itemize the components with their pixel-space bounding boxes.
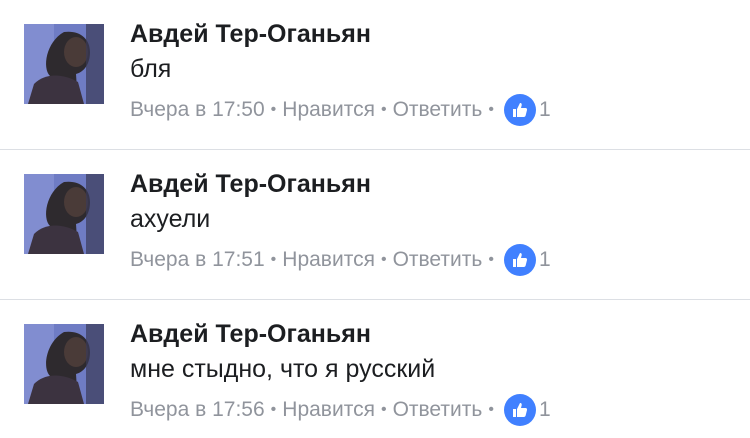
comment-timestamp[interactable]: Вчера в 17:51 — [130, 248, 265, 272]
comment-list: Авдей Тер-Оганьян бля Вчера в 17:50 • Нр… — [0, 0, 750, 438]
comment-item: Авдей Тер-Оганьян мне стыдно, что я русс… — [0, 300, 750, 438]
comment-item: Авдей Тер-Оганьян ахуели Вчера в 17:51 •… — [0, 150, 750, 300]
separator-dot: • — [380, 251, 387, 268]
comment-author[interactable]: Авдей Тер-Оганьян — [130, 170, 371, 199]
like-count[interactable]: 1 — [539, 98, 551, 122]
comment-timestamp[interactable]: Вчера в 17:50 — [130, 98, 265, 122]
thumbs-up-icon[interactable] — [503, 94, 536, 126]
reply-button[interactable]: Ответить — [393, 98, 483, 122]
comment-timestamp[interactable]: Вчера в 17:56 — [130, 398, 265, 422]
comment-text: бля — [130, 55, 172, 83]
comment-item: Авдей Тер-Оганьян бля Вчера в 17:50 • Нр… — [0, 0, 750, 150]
comment-text: мне стыдно, что я русский — [130, 355, 436, 383]
avatar-photo-icon — [24, 324, 104, 404]
comment-meta: Вчера в 17:56 • Нравится • Ответить • 1 — [130, 394, 551, 426]
like-button[interactable]: Нравится — [282, 248, 375, 272]
separator-dot: • — [380, 401, 387, 418]
comment-text: ахуели — [130, 205, 211, 233]
avatar[interactable] — [24, 24, 104, 104]
thumbs-up-icon[interactable] — [503, 244, 536, 276]
comment-meta: Вчера в 17:50 • Нравится • Ответить • 1 — [130, 94, 551, 126]
separator-dot: • — [270, 401, 277, 418]
like-button[interactable]: Нравится — [282, 398, 375, 422]
reply-button[interactable]: Ответить — [393, 248, 483, 272]
avatar-photo-icon — [24, 174, 104, 254]
comment-meta: Вчера в 17:51 • Нравится • Ответить • 1 — [130, 244, 551, 276]
separator-dot: • — [488, 251, 494, 268]
thumbs-up-icon[interactable] — [503, 394, 536, 426]
like-count[interactable]: 1 — [539, 248, 551, 272]
separator-dot: • — [380, 101, 387, 118]
comment-author[interactable]: Авдей Тер-Оганьян — [130, 20, 371, 49]
separator-dot: • — [488, 401, 494, 418]
separator-dot: • — [270, 101, 277, 118]
separator-dot: • — [270, 251, 277, 268]
reply-button[interactable]: Ответить — [393, 398, 483, 422]
avatar-photo-icon — [24, 24, 104, 104]
like-count[interactable]: 1 — [539, 398, 551, 422]
comment-author[interactable]: Авдей Тер-Оганьян — [130, 320, 371, 349]
like-button[interactable]: Нравится — [282, 98, 375, 122]
avatar[interactable] — [24, 324, 104, 404]
separator-dot: • — [488, 101, 494, 118]
avatar[interactable] — [24, 174, 104, 254]
